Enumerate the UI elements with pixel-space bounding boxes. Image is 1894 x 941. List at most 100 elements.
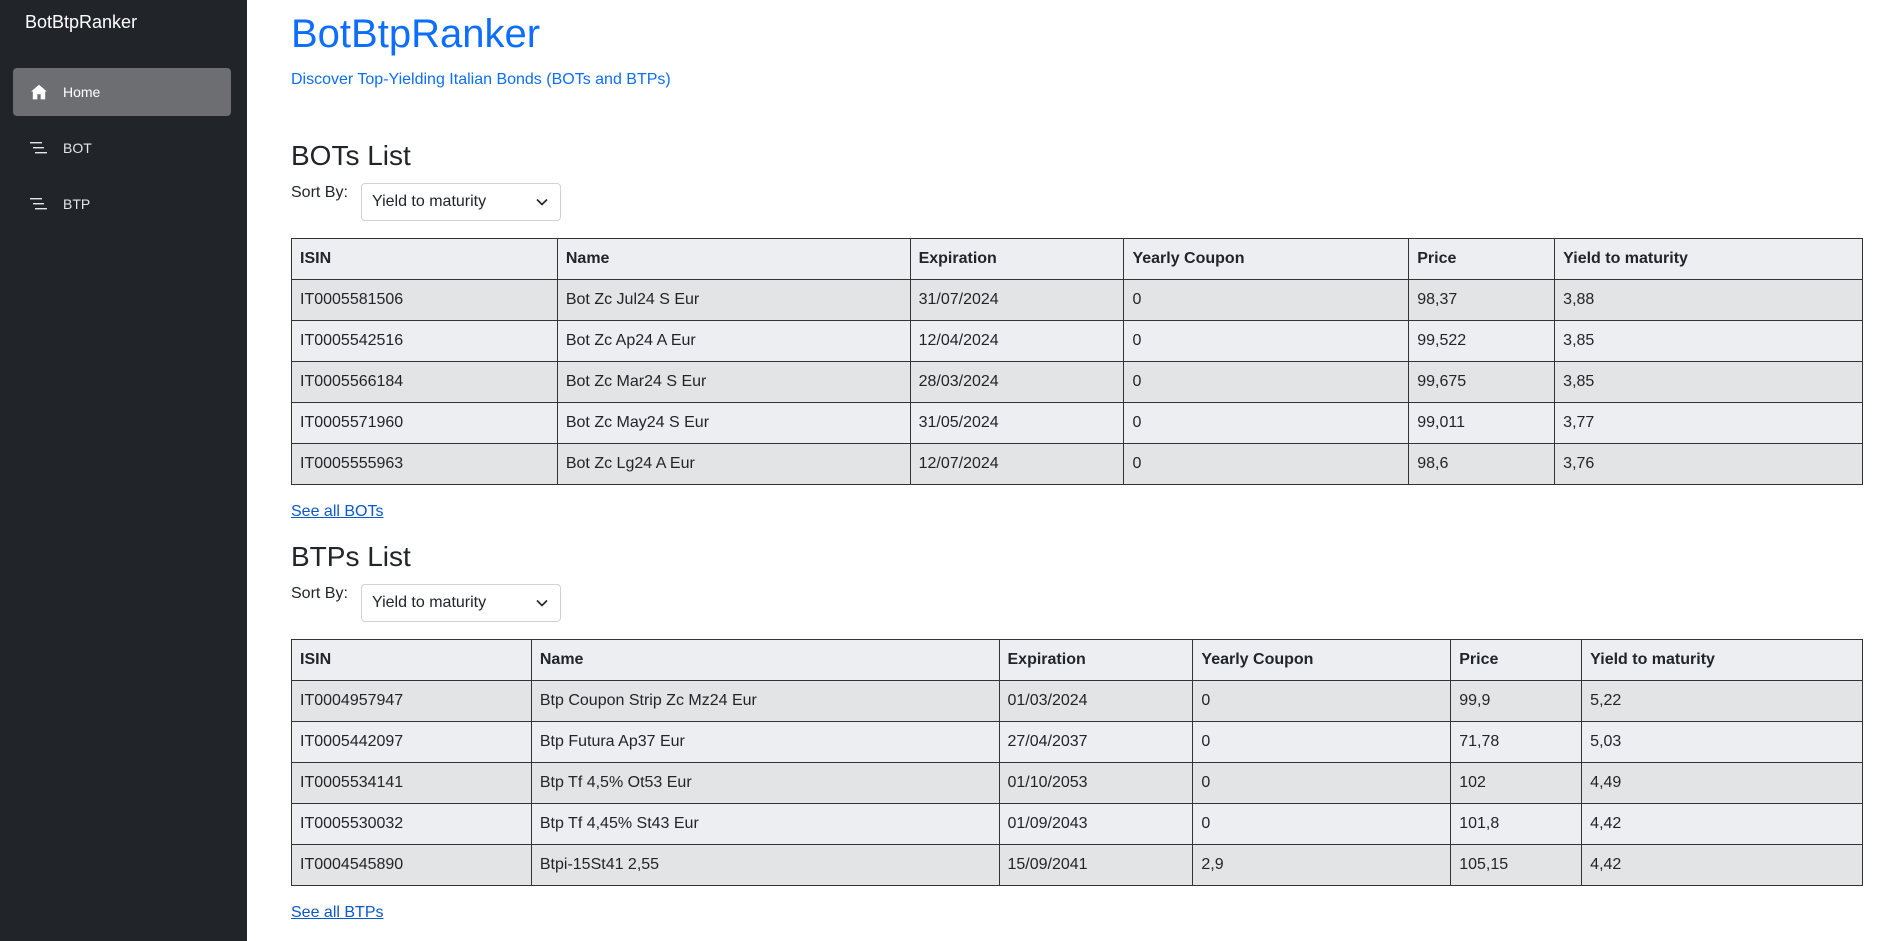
- column-header[interactable]: Price: [1408, 238, 1556, 280]
- cell-expiration: 12/04/2024: [909, 320, 1125, 362]
- column-header[interactable]: Expiration: [998, 639, 1194, 681]
- table-row: IT0005530032 Btp Tf 4,45% St43 Eur 01/09…: [291, 803, 1863, 845]
- sidebar-item-home[interactable]: Home: [13, 68, 231, 116]
- cell-expiration: 28/03/2024: [909, 361, 1125, 403]
- cell-price: 102: [1450, 762, 1583, 804]
- column-header[interactable]: Yield to maturity: [1554, 238, 1863, 280]
- bots-table: ISIN Name Expiration Yearly Coupon Price…: [291, 238, 1863, 485]
- sidebar: BotBtpRanker Home BOT BTP: [0, 0, 247, 941]
- cell-price: 101,8: [1450, 803, 1583, 845]
- see-all-bots-link[interactable]: See all BOTs: [291, 503, 383, 521]
- cell-yield: 4,42: [1581, 844, 1863, 886]
- bots-section-title: BOTs List: [291, 140, 411, 171]
- table-row: IT0005442097 Btp Futura Ap37 Eur 27/04/2…: [291, 721, 1863, 763]
- table-row: IT0005542516 Bot Zc Ap24 A Eur 12/04/202…: [291, 320, 1863, 362]
- cell-coupon: 0: [1123, 361, 1410, 403]
- cell-yield: 4,49: [1581, 762, 1863, 804]
- cell-price: 99,9: [1450, 680, 1583, 722]
- column-header[interactable]: Price: [1450, 639, 1583, 681]
- cell-yield: 3,88: [1554, 279, 1863, 321]
- column-header[interactable]: Yearly Coupon: [1123, 238, 1410, 280]
- table-row: IT0005555963 Bot Zc Lg24 A Eur 12/07/202…: [291, 443, 1863, 485]
- cell-price: 99,522: [1408, 320, 1556, 362]
- cell-expiration: 01/03/2024: [998, 680, 1194, 722]
- cell-isin: IT0005534141: [291, 762, 532, 804]
- column-header[interactable]: Yield to maturity: [1581, 639, 1863, 681]
- cell-name: Bot Zc Ap24 A Eur: [556, 320, 911, 362]
- bots-sort-value: Yield to maturity: [372, 193, 487, 210]
- btps-table: ISIN Name Expiration Yearly Coupon Price…: [291, 639, 1863, 886]
- cell-coupon: 0: [1192, 803, 1452, 845]
- home-icon: [29, 82, 49, 102]
- cell-isin: IT0005555963: [291, 443, 558, 485]
- see-all-btps-link[interactable]: See all BTPs: [291, 904, 383, 922]
- cell-coupon: 2,9: [1192, 844, 1452, 886]
- bots-sort-label: Sort By:: [291, 184, 348, 201]
- cell-yield: 5,22: [1581, 680, 1863, 722]
- cell-isin: IT0005571960: [291, 402, 558, 444]
- cell-name: Bot Zc Lg24 A Eur: [556, 443, 911, 485]
- column-header[interactable]: Expiration: [909, 238, 1125, 280]
- cell-coupon: 0: [1123, 402, 1410, 444]
- sidebar-item-label: Home: [63, 84, 101, 100]
- cell-name: Btp Futura Ap37 Eur: [530, 721, 1000, 763]
- cell-expiration: 01/09/2043: [998, 803, 1194, 845]
- cell-yield: 3,76: [1554, 443, 1863, 485]
- cell-expiration: 15/09/2041: [998, 844, 1194, 886]
- cell-price: 71,78: [1450, 721, 1583, 763]
- cell-yield: 4,42: [1581, 803, 1863, 845]
- cell-yield: 5,03: [1581, 721, 1863, 763]
- brand-name[interactable]: BotBtpRanker: [25, 12, 137, 33]
- cell-isin: IT0004957947: [291, 680, 532, 722]
- cell-isin: IT0005566184: [291, 361, 558, 403]
- cell-name: Btpi-15St41 2,55: [530, 844, 1000, 886]
- btps-sort-select[interactable]: Yield to maturity: [361, 584, 561, 622]
- table-header-row: ISIN Name Expiration Yearly Coupon Price…: [291, 238, 1863, 280]
- page-title: BotBtpRanker: [291, 12, 541, 56]
- cell-price: 99,675: [1408, 361, 1556, 403]
- list-icon: [29, 194, 49, 214]
- table-row: IT0004957947 Btp Coupon Strip Zc Mz24 Eu…: [291, 680, 1863, 722]
- cell-isin: IT0005530032: [291, 803, 532, 845]
- cell-coupon: 0: [1123, 279, 1410, 321]
- cell-expiration: 27/04/2037: [998, 721, 1194, 763]
- table-row: IT0005566184 Bot Zc Mar24 S Eur 28/03/20…: [291, 361, 1863, 403]
- cell-name: Bot Zc Jul24 S Eur: [556, 279, 911, 321]
- cell-price: 105,15: [1450, 844, 1583, 886]
- column-header[interactable]: Name: [556, 238, 911, 280]
- cell-expiration: 31/05/2024: [909, 402, 1125, 444]
- cell-price: 99,011: [1408, 402, 1556, 444]
- cell-name: Btp Tf 4,45% St43 Eur: [530, 803, 1000, 845]
- cell-isin: IT0005442097: [291, 721, 532, 763]
- cell-expiration: 12/07/2024: [909, 443, 1125, 485]
- cell-price: 98,6: [1408, 443, 1556, 485]
- sidebar-item-bot[interactable]: BOT: [13, 124, 231, 172]
- cell-coupon: 0: [1192, 721, 1452, 763]
- cell-name: Btp Coupon Strip Zc Mz24 Eur: [530, 680, 1000, 722]
- page-subtitle: Discover Top-Yielding Italian Bonds (BOT…: [291, 71, 671, 88]
- cell-yield: 3,85: [1554, 361, 1863, 403]
- cell-name: Bot Zc Mar24 S Eur: [556, 361, 911, 403]
- column-header[interactable]: ISIN: [291, 238, 558, 280]
- cell-expiration: 01/10/2053: [998, 762, 1194, 804]
- column-header[interactable]: ISIN: [291, 639, 532, 681]
- column-header[interactable]: Name: [530, 639, 1000, 681]
- chevron-down-icon: [536, 193, 548, 211]
- table-row: IT0005581506 Bot Zc Jul24 S Eur 31/07/20…: [291, 279, 1863, 321]
- sidebar-item-label: BOT: [63, 140, 92, 156]
- chevron-down-icon: [536, 594, 548, 612]
- cell-coupon: 0: [1192, 762, 1452, 804]
- bots-sort-select[interactable]: Yield to maturity: [361, 183, 561, 221]
- btps-sort-label: Sort By:: [291, 585, 348, 602]
- cell-coupon: 0: [1123, 320, 1410, 362]
- btps-section-title: BTPs List: [291, 541, 411, 572]
- cell-name: Bot Zc May24 S Eur: [556, 402, 911, 444]
- cell-coupon: 0: [1123, 443, 1410, 485]
- sidebar-item-btp[interactable]: BTP: [13, 180, 231, 228]
- cell-price: 98,37: [1408, 279, 1556, 321]
- column-header[interactable]: Yearly Coupon: [1192, 639, 1452, 681]
- table-row: IT0005534141 Btp Tf 4,5% Ot53 Eur 01/10/…: [291, 762, 1863, 804]
- cell-coupon: 0: [1192, 680, 1452, 722]
- cell-yield: 3,85: [1554, 320, 1863, 362]
- cell-isin: IT0005542516: [291, 320, 558, 362]
